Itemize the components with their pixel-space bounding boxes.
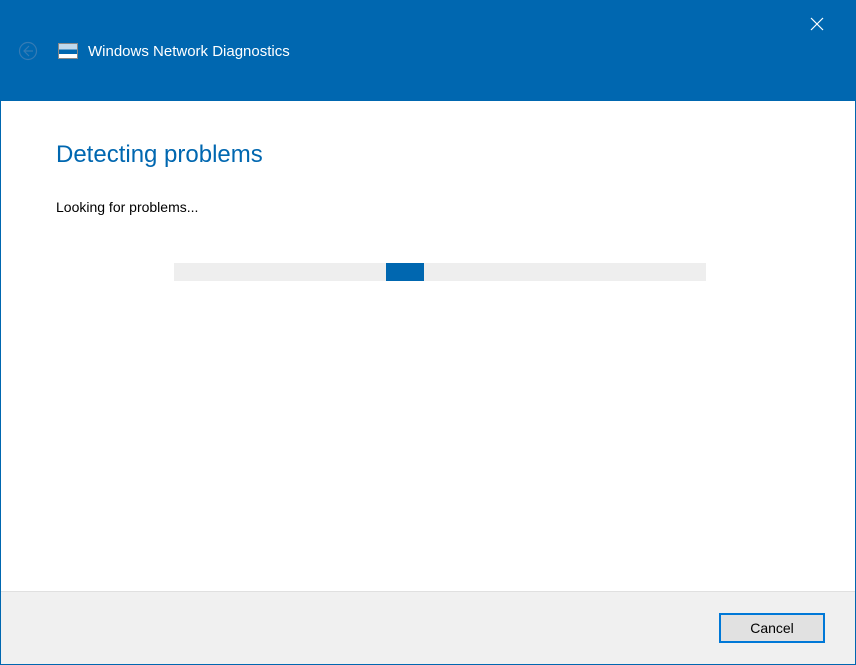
cancel-button[interactable]: Cancel bbox=[719, 613, 825, 643]
close-icon bbox=[810, 17, 824, 31]
network-diagnostics-icon bbox=[58, 43, 78, 59]
window-title: Windows Network Diagnostics bbox=[88, 43, 290, 60]
close-button[interactable] bbox=[797, 9, 837, 39]
titlebar: Windows Network Diagnostics bbox=[1, 1, 855, 101]
progress-indicator bbox=[386, 263, 424, 281]
back-button bbox=[16, 39, 40, 63]
progress-bar bbox=[174, 263, 706, 281]
title-section: Windows Network Diagnostics bbox=[58, 43, 290, 60]
status-text: Looking for problems... bbox=[56, 199, 800, 215]
back-arrow-icon bbox=[18, 41, 38, 61]
content-area: Detecting problems Looking for problems.… bbox=[1, 101, 855, 591]
footer: Cancel bbox=[1, 591, 855, 664]
page-heading: Detecting problems bbox=[56, 141, 800, 169]
